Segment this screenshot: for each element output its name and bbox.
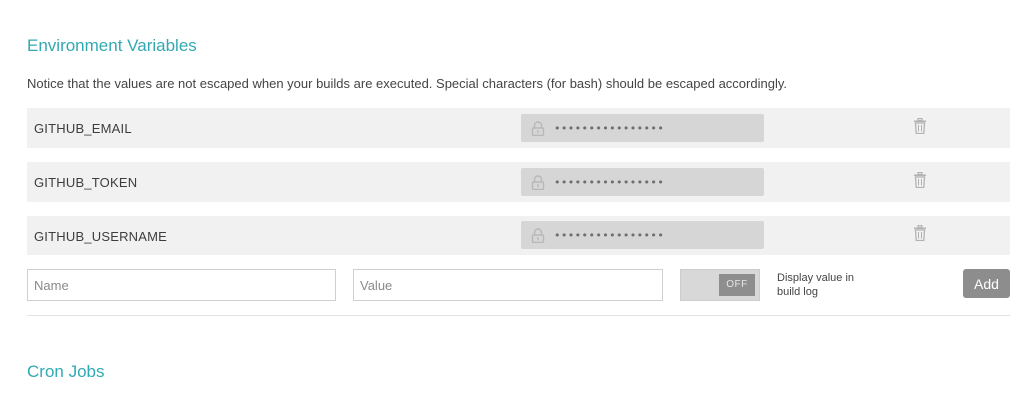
lock-icon — [531, 175, 545, 190]
display-value-toggle[interactable]: OFF — [680, 269, 760, 301]
env-var-row: GITHUB_USERNAME •••••••••••••••• — [27, 216, 1010, 255]
env-vars-title: Environment Variables — [27, 36, 197, 55]
env-var-row: GITHUB_TOKEN •••••••••••••••• — [27, 162, 1010, 202]
section-divider — [27, 315, 1010, 316]
trash-icon[interactable] — [913, 118, 927, 134]
masked-value: •••••••••••••••• — [554, 229, 665, 242]
value-input[interactable] — [353, 269, 663, 301]
env-var-name: GITHUB_EMAIL — [34, 121, 132, 136]
env-var-value: •••••••••••••••• — [521, 221, 764, 249]
env-vars-notice: Notice that the values are not escaped w… — [27, 76, 787, 91]
masked-value: •••••••••••••••• — [554, 176, 665, 189]
add-button[interactable]: Add — [963, 269, 1010, 298]
env-var-name: GITHUB_USERNAME — [34, 229, 168, 244]
trash-icon[interactable] — [913, 225, 927, 241]
lock-icon — [531, 121, 545, 136]
env-var-name: GITHUB_TOKEN — [34, 175, 138, 190]
cron-jobs-title: Cron Jobs — [27, 362, 105, 381]
env-var-row: GITHUB_EMAIL •••••••••••••••• — [27, 108, 1010, 148]
env-var-value: •••••••••••••••• — [521, 168, 764, 196]
trash-icon[interactable] — [913, 172, 927, 188]
display-value-label: Display value in build log — [777, 272, 855, 298]
name-input[interactable] — [27, 269, 336, 301]
masked-value: •••••••••••••••• — [554, 122, 665, 135]
lock-icon — [531, 228, 545, 243]
env-var-value: •••••••••••••••• — [521, 114, 764, 142]
toggle-state: OFF — [719, 274, 755, 296]
